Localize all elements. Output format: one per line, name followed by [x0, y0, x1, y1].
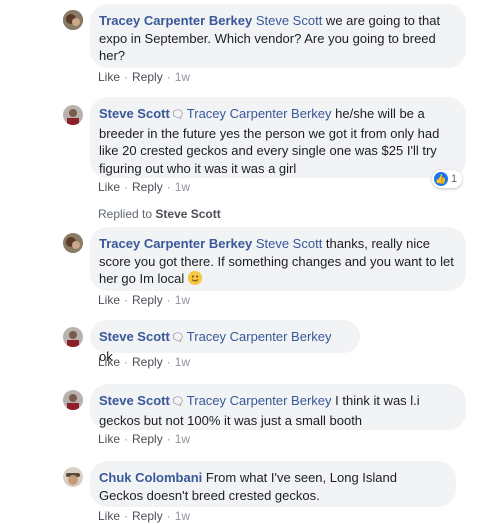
- comment-bubble: Steve Scott🗨 Tracey Carpenter Berkey ok: [90, 320, 360, 364]
- timestamp[interactable]: 1w: [175, 180, 190, 194]
- reply-link[interactable]: Reply: [132, 293, 163, 307]
- reply-link[interactable]: Reply: [132, 432, 163, 446]
- messenger-icon: 🗨: [170, 396, 185, 408]
- comment-actions: Like · Reply · 1w: [98, 70, 191, 84]
- timestamp[interactable]: 1w: [175, 509, 190, 523]
- avatar[interactable]: [63, 327, 83, 347]
- replied-to-prefix: Replied to: [98, 207, 153, 221]
- like-link[interactable]: Like: [98, 355, 120, 369]
- avatar[interactable]: [63, 10, 83, 30]
- comment-bubble: Tracey Carpenter Berkey Steve Scott than…: [90, 227, 466, 291]
- comment-author[interactable]: Steve Scott: [99, 393, 170, 408]
- comment-actions: Like · Reply · 1w: [98, 509, 191, 523]
- comment-bubble: Chuk Colombani From what I've seen, Long…: [90, 461, 456, 507]
- comment-author[interactable]: Tracey Carpenter Berkey: [99, 13, 252, 28]
- mention[interactable]: Tracey Carpenter Berkey: [187, 393, 332, 408]
- reply-link[interactable]: Reply: [132, 180, 163, 194]
- reaction-count[interactable]: 👍 1: [432, 170, 463, 188]
- reply-link[interactable]: Reply: [132, 509, 163, 523]
- messenger-icon: 🗨: [170, 332, 185, 344]
- like-link[interactable]: Like: [98, 70, 120, 84]
- like-link[interactable]: Like: [98, 180, 120, 194]
- timestamp[interactable]: 1w: [175, 355, 190, 369]
- mention[interactable]: Tracey Carpenter Berkey: [187, 106, 332, 121]
- reply-link[interactable]: Reply: [132, 355, 163, 369]
- comment-author[interactable]: Steve Scott: [99, 106, 170, 121]
- timestamp[interactable]: 1w: [175, 293, 190, 307]
- avatar[interactable]: [63, 105, 83, 125]
- avatar[interactable]: [63, 390, 83, 410]
- comment-actions: Like · Reply · 1w: [98, 355, 191, 369]
- comment-actions: Like · Reply · 1w: [98, 432, 191, 446]
- like-link[interactable]: Like: [98, 432, 120, 446]
- comment-bubble: Tracey Carpenter Berkey Steve Scott we a…: [90, 4, 466, 68]
- smile-emoji-icon: [187, 271, 202, 285]
- comment-actions: Like · Reply · 1w: [98, 180, 191, 194]
- reply-link[interactable]: Reply: [132, 70, 163, 84]
- comment-author[interactable]: Tracey Carpenter Berkey: [99, 236, 252, 251]
- mention[interactable]: Steve Scott: [256, 236, 322, 251]
- like-reaction-icon: 👍: [434, 172, 448, 186]
- comment-bubble: Steve Scott🗨 Tracey Carpenter Berkey I th…: [90, 384, 466, 430]
- timestamp[interactable]: 1w: [175, 432, 190, 446]
- mention[interactable]: Steve Scott: [256, 13, 322, 28]
- like-link[interactable]: Like: [98, 509, 120, 523]
- mention[interactable]: Tracey Carpenter Berkey: [187, 329, 332, 344]
- comment-author[interactable]: Steve Scott: [99, 329, 170, 344]
- avatar[interactable]: [63, 467, 83, 487]
- replied-to-name[interactable]: Steve Scott: [155, 207, 220, 221]
- reaction-number: 1: [451, 173, 458, 185]
- like-link[interactable]: Like: [98, 293, 120, 307]
- timestamp[interactable]: 1w: [175, 70, 190, 84]
- comment-actions: Like · Reply · 1w: [98, 293, 191, 307]
- comment-bubble: Steve Scott🗨 Tracey Carpenter Berkey he/s…: [90, 97, 466, 178]
- comment-author[interactable]: Chuk Colombani: [99, 470, 202, 485]
- replied-to-label[interactable]: Replied to Steve Scott: [98, 207, 221, 221]
- messenger-icon: 🗨: [170, 109, 185, 121]
- avatar[interactable]: [63, 233, 83, 253]
